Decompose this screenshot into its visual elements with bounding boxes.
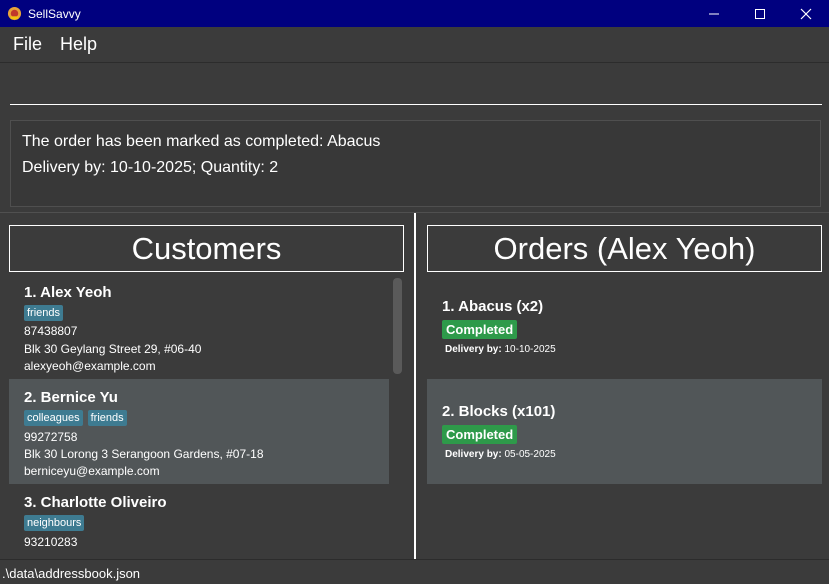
order-status-badge: Completed [442,320,518,339]
delivery-date: 10-10-2025 [504,344,556,355]
customer-card[interactable]: 1. Alex Yeoh friends 87438807 Blk 30 Gey… [9,276,389,379]
minimize-button[interactable] [691,0,737,27]
tag: neighbours [24,515,85,531]
customer-tags: colleagues friends [24,410,127,426]
tag: friends [87,410,127,426]
close-button[interactable] [783,0,829,27]
result-display: The order has been marked as completed: … [10,120,821,207]
order-card[interactable]: 2. Blocks (x101) Completed Delivery by: … [427,379,822,484]
customer-card[interactable]: 3. Charlotte Oliveiro neighbours 9321028… [9,484,389,548]
data-file-path: .\data\addressbook.json [2,566,141,581]
scrollbar-thumb[interactable] [393,278,402,374]
result-message-line2: Delivery by: 10-10-2025; Quantity: 2 [22,159,279,176]
customer-name: 2. Bernice Yu [24,389,118,406]
customer-address: Blk 30 Geylang Street 29, #06-40 [24,342,202,356]
order-delivery: Delivery by: 05-05-2025 [445,449,556,460]
command-input[interactable] [10,73,822,105]
minimize-icon [709,13,719,14]
split-pane-divider[interactable] [414,213,416,559]
order-status-badge: Completed [442,425,518,444]
title-bar: SellSavvy [0,0,829,27]
order-list[interactable]: 1. Abacus (x2) Completed Delivery by: 10… [427,276,822,484]
customer-card[interactable]: 2. Bernice Yu colleagues friends 9927275… [9,379,389,484]
order-name: 1. Abacus (x2) [442,298,544,315]
customers-header: Customers [9,225,404,272]
command-area [0,63,829,118]
customer-name: 1. Alex Yeoh [24,284,112,301]
customer-name: 3. Charlotte Oliveiro [24,494,167,511]
menu-bar: File Help [0,27,829,62]
delivery-date: 05-05-2025 [504,449,556,460]
tag: friends [24,305,64,321]
customer-email: alexyeoh@example.com [24,359,156,373]
customer-email: berniceyu@example.com [24,464,160,478]
customer-address: Blk 30 Lorong 3 Serangoon Gardens, #07-1… [24,447,264,461]
result-message-line1: The order has been marked as completed: … [22,133,381,150]
customer-phone: 87438807 [24,324,78,338]
customer-list[interactable]: 1. Alex Yeoh friends 87438807 Blk 30 Gey… [9,276,389,548]
order-card[interactable]: 1. Abacus (x2) Completed Delivery by: 10… [427,276,822,379]
tag: colleagues [24,410,83,426]
close-icon [800,8,812,19]
customer-tags: friends [24,305,64,321]
app-logo-icon [7,6,22,21]
status-bar: .\data\addressbook.json [0,559,829,584]
delivery-label: Delivery by: [445,449,502,460]
customer-tags: neighbours [24,515,85,531]
menu-file[interactable]: File [6,34,49,55]
window-title: SellSavvy [28,6,81,21]
orders-header: Orders (Alex Yeoh) [427,225,822,272]
customer-phone: 93210283 [24,535,78,548]
customer-phone: 99272758 [24,430,78,444]
order-name: 2. Blocks (x101) [442,403,556,420]
delivery-label: Delivery by: [445,344,502,355]
order-delivery: Delivery by: 10-10-2025 [445,344,556,355]
menu-help[interactable]: Help [53,34,104,55]
maximize-button[interactable] [737,0,783,27]
maximize-icon [755,8,765,19]
